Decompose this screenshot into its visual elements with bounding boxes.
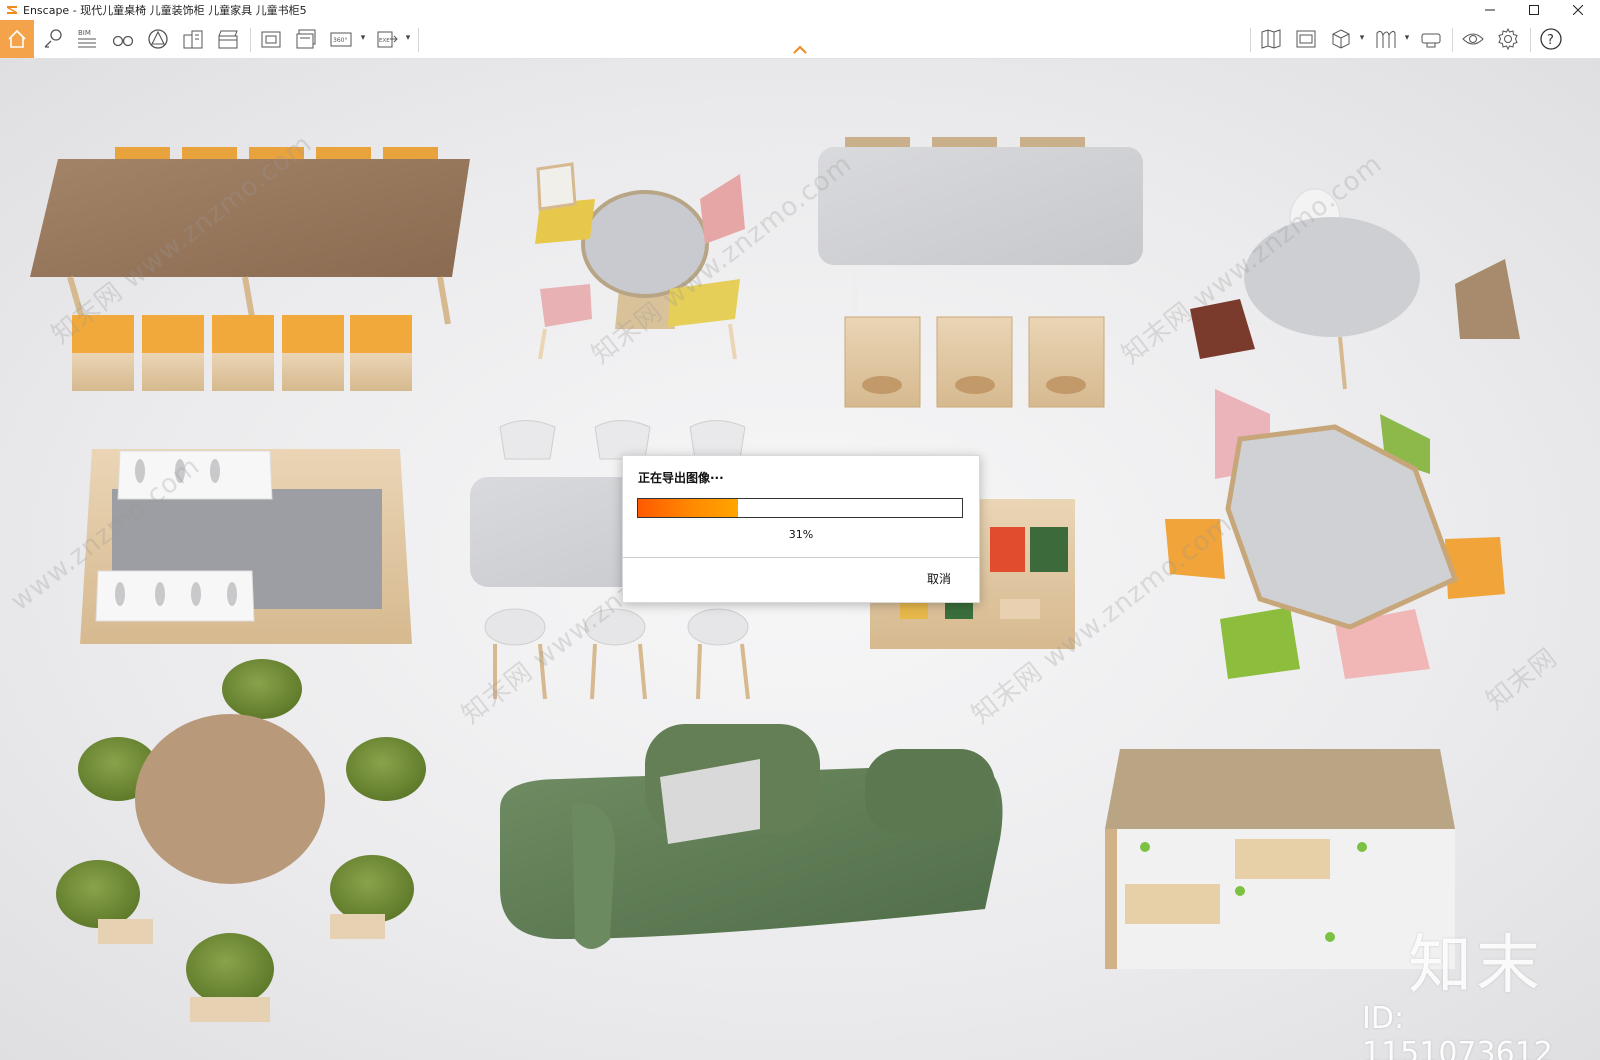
export-exe-icon: EXE bbox=[377, 31, 398, 48]
bim-button[interactable]: BIM bbox=[72, 24, 102, 54]
brand-watermark: 知末 bbox=[1408, 929, 1544, 1003]
green-sofa-group bbox=[500, 724, 1003, 949]
bim-icon: BIM bbox=[78, 29, 96, 48]
panorama-icon: 360° bbox=[330, 32, 352, 47]
render-settings-button[interactable] bbox=[143, 24, 173, 54]
toolbar-separator bbox=[418, 28, 419, 52]
map-button[interactable] bbox=[1256, 24, 1286, 54]
map-icon bbox=[1261, 29, 1281, 49]
id-watermark: ID: 1151073612 bbox=[1362, 1001, 1553, 1060]
toolbar-separator bbox=[1250, 28, 1251, 52]
svg-text:BIM: BIM bbox=[78, 29, 91, 37]
dialog-title: 正在导出图像··· bbox=[638, 471, 724, 485]
maximize-icon bbox=[1529, 5, 1539, 15]
progress-percent: 31% bbox=[788, 528, 814, 541]
home-button[interactable] bbox=[0, 20, 34, 58]
minimize-icon bbox=[1485, 9, 1495, 11]
svg-text:360°: 360° bbox=[333, 37, 347, 44]
collapse-toolbar-chevron-icon[interactable] bbox=[792, 44, 808, 56]
panorama-dropdown-caret[interactable]: ▾ bbox=[358, 33, 368, 43]
close-icon bbox=[1573, 5, 1583, 15]
walk-mode-button[interactable] bbox=[108, 24, 138, 54]
screenshot-icon bbox=[261, 31, 281, 48]
cube-icon bbox=[1332, 29, 1350, 49]
enscape-logo-icon bbox=[7, 6, 17, 14]
video-editor-button[interactable] bbox=[213, 24, 243, 54]
export-exe-button[interactable]: EXE bbox=[372, 24, 402, 54]
gear-icon bbox=[1498, 27, 1518, 51]
vr-headset-button[interactable] bbox=[1416, 24, 1446, 54]
materials-button[interactable] bbox=[1371, 24, 1401, 54]
title-bar: Enscape - 现代儿童桌椅 儿童装饰柜 儿童家具 儿童书柜5 bbox=[0, 0, 1600, 20]
views-button[interactable] bbox=[38, 24, 68, 54]
buildings-button[interactable] bbox=[178, 24, 208, 54]
help-icon: ? bbox=[1540, 28, 1562, 50]
maximize-button[interactable] bbox=[1512, 0, 1556, 20]
settings-button[interactable] bbox=[1493, 24, 1523, 54]
batch-render-icon bbox=[296, 29, 316, 49]
help-button[interactable]: ? bbox=[1536, 24, 1566, 54]
window-title: Enscape - 现代儿童桌椅 儿童装饰柜 儿童家具 儿童书柜5 bbox=[23, 4, 307, 17]
buildings-icon bbox=[183, 30, 203, 49]
svg-text:?: ? bbox=[1547, 33, 1554, 48]
progress-bar-fill bbox=[638, 499, 738, 517]
eye-icon bbox=[1462, 33, 1484, 45]
render-settings-icon bbox=[148, 29, 168, 49]
materials-dropdown-caret[interactable]: ▾ bbox=[1402, 33, 1412, 43]
asset-library-icon bbox=[1296, 30, 1316, 48]
storage-cabinet-group bbox=[1105, 749, 1455, 969]
kids-bed-group bbox=[80, 449, 412, 644]
dialog-divider bbox=[623, 557, 979, 558]
panorama-button[interactable]: 360° bbox=[326, 24, 356, 54]
grey-table-cubes-group bbox=[818, 137, 1143, 408]
toolbar-separator bbox=[250, 28, 251, 52]
cancel-button[interactable]: 取消 bbox=[927, 570, 951, 587]
minimize-button[interactable] bbox=[1468, 0, 1512, 20]
toolbar-separator bbox=[1452, 28, 1453, 52]
progress-bar bbox=[637, 498, 963, 518]
export-progress-dialog: 正在导出图像··· 31% 取消 bbox=[622, 455, 980, 603]
home-icon bbox=[8, 29, 26, 48]
materials-icon bbox=[1376, 30, 1396, 48]
vr-headset-icon bbox=[1421, 33, 1441, 48]
cube-button[interactable] bbox=[1326, 24, 1356, 54]
binoculars-icon bbox=[112, 35, 134, 47]
asset-library-button[interactable] bbox=[1291, 24, 1321, 54]
views-icon bbox=[44, 29, 62, 48]
visual-settings-button[interactable] bbox=[1458, 24, 1488, 54]
window-controls bbox=[1468, 0, 1600, 20]
batch-render-button[interactable] bbox=[291, 24, 321, 54]
export-dropdown-caret[interactable]: ▾ bbox=[403, 33, 413, 43]
cube-dropdown-caret[interactable]: ▾ bbox=[1357, 33, 1367, 43]
green-stools-table-group bbox=[56, 659, 426, 1022]
clapperboard-icon bbox=[218, 30, 238, 49]
screenshot-button[interactable] bbox=[256, 24, 286, 54]
toolbar-separator bbox=[1530, 28, 1531, 52]
close-button[interactable] bbox=[1556, 0, 1600, 20]
svg-text:EXE: EXE bbox=[379, 38, 390, 44]
